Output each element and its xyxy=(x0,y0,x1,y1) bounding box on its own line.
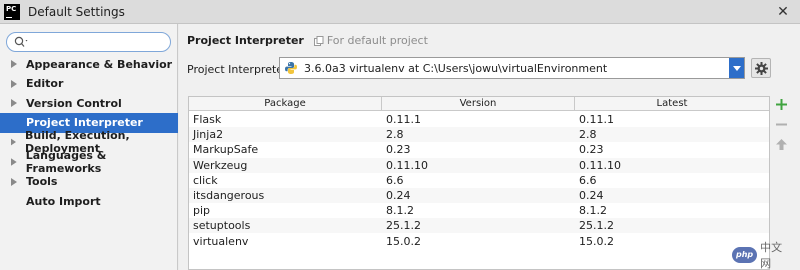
chevron-right-icon[interactable] xyxy=(11,177,17,186)
settings-search-input[interactable] xyxy=(6,32,171,52)
table-header: Package Version Latest xyxy=(189,97,769,111)
version-cell: 25.1.2 xyxy=(386,219,421,233)
latest-cell: 2.8 xyxy=(579,128,597,142)
sidebar-item-editor[interactable]: Editor xyxy=(0,74,178,94)
latest-cell: 6.6 xyxy=(579,173,597,187)
package-table: Package Version Latest Flask 0.11.1 0.11.1… xyxy=(188,96,770,270)
window-title: Default Settings xyxy=(28,4,125,19)
table-row[interactable]: itsdangerous 0.24 0.24 xyxy=(189,188,769,203)
version-cell: 2.8 xyxy=(386,128,404,142)
column-header-version[interactable]: Version xyxy=(382,97,575,111)
app-logo-icon: PC xyxy=(4,3,20,20)
sidebar-item-label: Project Interpreter xyxy=(26,116,143,130)
sidebar-item-tools[interactable]: Tools xyxy=(0,172,178,192)
package-name-cell: click xyxy=(193,173,218,187)
package-name-cell: Flask xyxy=(193,113,222,126)
package-name-cell: Werkzeug xyxy=(193,158,248,172)
table-row[interactable]: Werkzeug 0.11.10 0.11.10 xyxy=(189,157,769,173)
sidebar-item-version-control[interactable]: Version Control xyxy=(0,93,178,113)
table-row[interactable]: Flask 0.11.1 0.11.1 xyxy=(189,112,769,127)
title-bar: PC Default Settings ✕ xyxy=(0,0,800,24)
package-name-cell: MarkupSafe xyxy=(193,143,259,157)
version-cell: 0.11.10 xyxy=(386,158,428,172)
arrow-up-icon xyxy=(775,138,787,150)
chevron-right-icon[interactable] xyxy=(11,79,17,88)
package-name-cell: setuptools xyxy=(193,219,251,233)
latest-cell: 0.23 xyxy=(579,143,604,157)
package-name-cell: virtualenv xyxy=(193,234,249,248)
version-cell: 15.0.2 xyxy=(386,234,421,248)
package-name-cell: pip xyxy=(193,204,211,218)
watermark-logo: php xyxy=(732,247,758,263)
sidebar-item-label: Editor xyxy=(26,77,64,91)
sidebar-item-auto-import[interactable]: Auto Import xyxy=(0,191,178,211)
gear-icon xyxy=(754,61,768,75)
chevron-right-icon[interactable] xyxy=(11,138,16,146)
chevron-down-icon xyxy=(732,65,741,71)
version-cell: 6.6 xyxy=(386,173,404,187)
sidebar-item-label: Appearance & Behavior xyxy=(26,57,173,71)
upgrade-package-button[interactable] xyxy=(773,136,789,152)
column-header-package[interactable]: Package xyxy=(189,97,382,111)
latest-cell: 0.11.10 xyxy=(579,158,621,172)
panel-header: Project Interpreter For default project xyxy=(187,34,428,47)
table-row[interactable]: click 6.6 6.6 xyxy=(189,173,769,188)
column-header-latest[interactable]: Latest xyxy=(575,97,769,111)
latest-cell: 25.1.2 xyxy=(579,219,614,233)
chevron-right-icon[interactable] xyxy=(11,99,17,108)
copy-icon xyxy=(313,35,324,46)
sidebar-item-label: Auto Import xyxy=(26,194,101,208)
version-cell: 8.1.2 xyxy=(386,204,414,218)
latest-cell: 0.11.1 xyxy=(579,113,614,126)
page-title: Project Interpreter xyxy=(187,34,304,47)
table-row[interactable]: setuptools 25.1.2 25.1.2 xyxy=(189,218,769,234)
watermark: php 中文网 xyxy=(732,241,792,270)
latest-cell: 8.1.2 xyxy=(579,204,607,218)
project-interpreter-panel: Project Interpreter For default project … xyxy=(179,24,800,270)
sidebar-item-label: Tools xyxy=(26,175,58,189)
page-subtitle: For default project xyxy=(313,34,428,47)
minus-icon xyxy=(775,123,787,125)
package-name-cell: itsdangerous xyxy=(193,189,265,202)
latest-cell: 15.0.2 xyxy=(579,234,614,248)
page-subtitle-text: For default project xyxy=(326,34,428,47)
python-icon xyxy=(285,62,297,74)
interpreter-label: Project Interpreter: xyxy=(187,63,292,76)
table-row[interactable]: MarkupSafe 0.23 0.23 xyxy=(189,142,769,157)
plus-icon xyxy=(775,98,787,110)
close-button[interactable]: ✕ xyxy=(774,3,792,21)
latest-cell: 0.24 xyxy=(579,189,604,202)
sidebar-item-label: Version Control xyxy=(26,96,122,110)
version-cell: 0.11.1 xyxy=(386,113,421,126)
sidebar-item-appearance-behavior[interactable]: Appearance & Behavior xyxy=(0,54,178,74)
settings-sidebar: Appearance & Behavior Editor Version Contr… xyxy=(0,24,178,270)
search-icon xyxy=(14,36,28,47)
table-row[interactable]: Jinja2 2.8 2.8 xyxy=(189,127,769,143)
version-cell: 0.24 xyxy=(386,189,411,202)
package-name-cell: Jinja2 xyxy=(193,128,224,142)
sidebar-item-languages-frameworks[interactable]: Languages & Frameworks xyxy=(0,149,178,175)
watermark-text: 中文网 xyxy=(760,241,783,270)
version-cell: 0.23 xyxy=(386,143,411,157)
table-row[interactable]: pip 8.1.2 8.1.2 xyxy=(189,203,769,218)
table-row[interactable]: virtualenv 15.0.2 15.0.2 xyxy=(189,234,769,249)
chevron-right-icon[interactable] xyxy=(11,158,17,166)
interpreter-settings-button[interactable] xyxy=(751,58,771,78)
interpreter-dropdown-button[interactable] xyxy=(729,58,744,78)
chevron-right-icon[interactable] xyxy=(11,60,17,68)
interpreter-select[interactable]: 3.6.0a3 virtualenv at C:\Users\jowu\virt… xyxy=(279,57,745,79)
remove-package-button[interactable] xyxy=(773,116,789,132)
interpreter-value: 3.6.0a3 virtualenv at C:\Users\jowu\virt… xyxy=(304,61,608,75)
add-package-button[interactable] xyxy=(773,96,789,112)
